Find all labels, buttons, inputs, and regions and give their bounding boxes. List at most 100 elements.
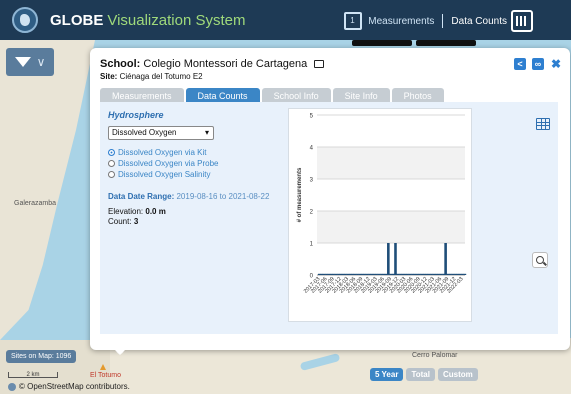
chart-bar bbox=[394, 243, 397, 275]
data-counts-button[interactable]: Data Counts bbox=[451, 16, 507, 27]
chart-baseline-tick bbox=[334, 273, 338, 275]
data-counts-label: Data Counts bbox=[451, 15, 507, 27]
chart-baseline-tick bbox=[427, 273, 431, 275]
radio-button[interactable] bbox=[108, 160, 115, 167]
chart-baseline-tick bbox=[346, 273, 350, 275]
chart-baseline-tick bbox=[401, 273, 405, 275]
zoom-icon[interactable] bbox=[532, 252, 548, 268]
share-icon[interactable]: < bbox=[514, 58, 526, 70]
radio-button[interactable] bbox=[108, 149, 115, 156]
chart-baseline-tick bbox=[430, 273, 433, 275]
y-tick-label: 2 bbox=[310, 210, 314, 216]
chart-baseline-tick bbox=[458, 273, 462, 275]
start-date-chip[interactable] bbox=[352, 40, 412, 46]
chart-baseline-tick bbox=[415, 273, 419, 275]
range-5-year-button[interactable]: 5 Year bbox=[370, 368, 404, 381]
chart-baseline-tick bbox=[337, 273, 340, 275]
chart-baseline-tick bbox=[377, 273, 381, 275]
chart-baseline-tick bbox=[353, 273, 357, 275]
app-header: GLOBEVisualization System Measurements D… bbox=[0, 0, 571, 40]
site-info-popup: School: Colegio Montessori de Cartagena … bbox=[90, 48, 570, 381]
radio-label: Dissolved Oxygen Salinity bbox=[118, 170, 211, 179]
link-icon[interactable]: ∞ bbox=[532, 58, 544, 70]
chart-baseline-tick bbox=[403, 273, 407, 275]
sphere-title: Hydrosphere bbox=[108, 110, 164, 120]
chart-baseline-tick bbox=[420, 273, 424, 275]
chart-baseline-tick bbox=[360, 273, 364, 275]
y-tick-label: 3 bbox=[310, 178, 314, 184]
chart-baseline-tick bbox=[434, 273, 438, 275]
elevation-label: Elevation: bbox=[108, 207, 144, 216]
attribution-text: © OpenStreetMap contributors. bbox=[19, 382, 130, 391]
map-attribution[interactable]: © OpenStreetMap contributors. bbox=[8, 382, 130, 391]
date-range-value: 2019-08-16 to 2021-08-22 bbox=[176, 192, 270, 201]
filter-button[interactable]: ∨ bbox=[6, 48, 54, 76]
y-tick-label: 5 bbox=[310, 114, 314, 120]
header-mode-switch: Measurements Data Counts bbox=[344, 12, 507, 30]
radio-option[interactable]: Dissolved Oxygen Salinity bbox=[108, 170, 219, 179]
count-line: Count: 3 bbox=[108, 217, 166, 227]
chart-baseline-tick bbox=[365, 273, 369, 275]
chart-baseline-tick bbox=[344, 273, 347, 275]
osm-logo-icon bbox=[8, 382, 16, 391]
count-value: 3 bbox=[133, 217, 139, 226]
chart-baseline-tick bbox=[332, 273, 335, 275]
open-external-icon[interactable] bbox=[314, 60, 325, 68]
chevron-down-icon: ∨ bbox=[36, 55, 46, 69]
protocol-radios: Dissolved Oxygen via Kit Dissolved Oxyge… bbox=[108, 148, 219, 181]
elevation-value: 0.0 m bbox=[145, 207, 166, 216]
chevron-down-icon: ▾ bbox=[204, 128, 209, 137]
popup-tools: < ∞ ✖ bbox=[514, 58, 562, 70]
radio-option[interactable]: Dissolved Oxygen via Probe bbox=[108, 159, 219, 168]
chart-baseline-tick bbox=[375, 273, 378, 275]
map-scale: 2 km bbox=[8, 372, 58, 378]
measure-select[interactable]: Dissolved Oxygen ▾ bbox=[108, 126, 214, 140]
radio-option[interactable]: Dissolved Oxygen via Kit bbox=[108, 148, 219, 157]
chart-baseline-tick bbox=[425, 273, 429, 275]
chart-svg: 012345# of measurements2017-032017-06201… bbox=[297, 114, 467, 295]
filter-icon bbox=[14, 57, 31, 67]
radio-button[interactable] bbox=[108, 171, 115, 178]
chart-baseline-tick bbox=[356, 273, 359, 275]
chart-baseline-tick bbox=[449, 273, 452, 275]
chart-baseline-tick bbox=[437, 273, 440, 275]
date-range-chips[interactable] bbox=[352, 40, 476, 46]
table-icon[interactable] bbox=[536, 118, 550, 130]
chart-baseline-tick bbox=[368, 273, 371, 275]
data-counts-icon[interactable] bbox=[511, 10, 533, 32]
chart-baseline-tick bbox=[399, 273, 402, 275]
app-title: GLOBE Visualization System bbox=[50, 12, 245, 29]
chart-baseline-tick bbox=[406, 273, 409, 275]
school-line: School: Colegio Montessori de Cartagena bbox=[100, 58, 325, 70]
close-icon[interactable]: ✖ bbox=[550, 58, 562, 70]
chart-baseline-tick bbox=[320, 273, 323, 275]
end-date-chip[interactable] bbox=[416, 40, 476, 46]
chart-band bbox=[317, 147, 465, 179]
site-prefix: Site: bbox=[100, 72, 118, 81]
range-total-button[interactable]: Total bbox=[406, 368, 435, 381]
radio-label: Dissolved Oxygen via Probe bbox=[118, 159, 219, 168]
chart-baseline-tick bbox=[329, 273, 333, 275]
measure-select-value: Dissolved Oxygen bbox=[112, 128, 177, 137]
elevation-line: Elevation: 0.0 m bbox=[108, 207, 166, 217]
y-tick-label: 4 bbox=[310, 146, 314, 152]
measurements-button[interactable]: Measurements bbox=[344, 12, 434, 30]
chart-baseline-tick bbox=[382, 273, 386, 275]
chart-baseline-tick bbox=[456, 273, 460, 275]
peak-icon bbox=[100, 364, 106, 370]
site-line: Site: Ciénaga del Totumo E2 bbox=[100, 72, 203, 81]
chart-bar bbox=[387, 243, 390, 275]
radio-label: Dissolved Oxygen via Kit bbox=[118, 148, 207, 157]
date-range-label: Data Date Range: bbox=[108, 192, 175, 201]
count-label: Count: bbox=[108, 217, 132, 226]
map-label-el-totumo: El Totumo bbox=[90, 372, 121, 379]
chart-baseline-tick bbox=[418, 273, 421, 275]
chart-baseline-tick bbox=[423, 273, 426, 275]
chart-bar bbox=[444, 243, 447, 275]
range-custom-button[interactable]: Custom bbox=[437, 368, 478, 381]
globe-logo-icon[interactable] bbox=[12, 7, 38, 33]
chart-baseline-tick bbox=[432, 273, 436, 275]
chart-baseline-tick bbox=[325, 273, 328, 275]
y-tick-label: 1 bbox=[310, 242, 314, 248]
chart-baseline-tick bbox=[341, 273, 345, 275]
